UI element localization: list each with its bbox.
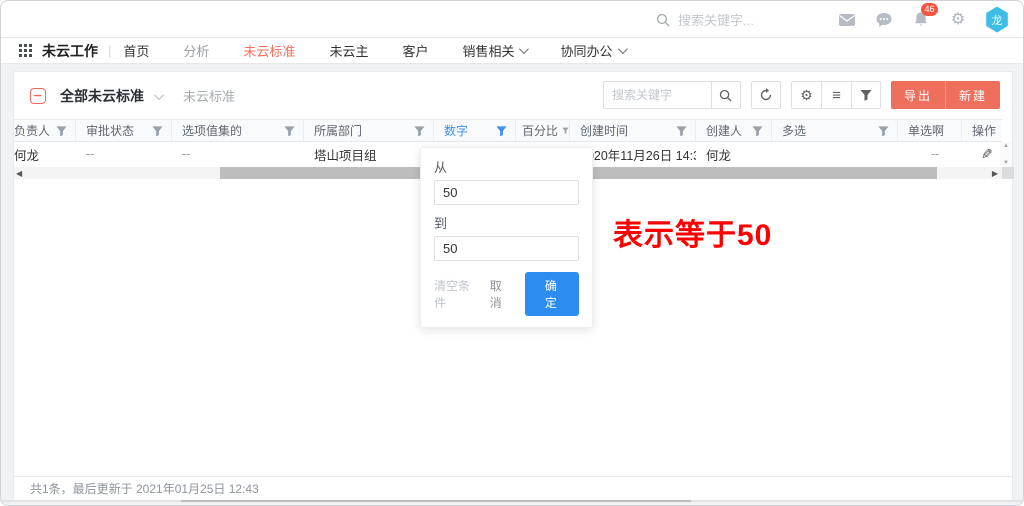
settings-button[interactable]: ⚙ bbox=[791, 81, 821, 109]
list-display-button[interactable]: ≡ bbox=[821, 81, 851, 109]
chat-icon[interactable] bbox=[874, 10, 894, 30]
refresh-icon bbox=[759, 88, 773, 102]
chevron-down-icon bbox=[617, 44, 627, 54]
column-header-number[interactable]: 数字 bbox=[434, 120, 516, 141]
nav-item-sales[interactable]: 销售相关 bbox=[462, 41, 526, 60]
app-logo[interactable] bbox=[26, 7, 50, 31]
from-input[interactable] bbox=[434, 180, 579, 205]
bell-icon[interactable]: 46 bbox=[911, 10, 931, 30]
list-icon: ≡ bbox=[832, 88, 841, 103]
chevron-down-icon bbox=[519, 44, 529, 54]
topbar: 搜索关键字... 46 ⚙ 龙 bbox=[1, 1, 1023, 38]
column-header-single-select[interactable]: 单选啊 bbox=[898, 120, 962, 141]
column-header-actions: 操作 bbox=[962, 120, 1002, 141]
column-header-multi-select[interactable]: 多选 bbox=[772, 120, 898, 141]
cell-owner: 何龙 bbox=[14, 142, 76, 166]
table-header: 负责人 审批状态 选项值集的 所属部门 数字 百分比 bbox=[14, 119, 1002, 142]
filter-icon[interactable] bbox=[878, 125, 889, 136]
app-window: 搜索关键字... 46 ⚙ 龙 未云工作 | bbox=[0, 0, 1024, 506]
nav-divider: | bbox=[108, 43, 111, 58]
view-toolbar: 全部未云标准 未云标准 ⚙ ≡ bbox=[14, 72, 1012, 119]
from-label: 从 bbox=[434, 157, 579, 176]
cell-creator: 何龙 bbox=[696, 142, 772, 166]
global-search-placeholder: 搜索关键字... bbox=[678, 10, 754, 29]
main-nav: 未云工作 | 首页 分析 未云标准 未云主 客户 销售相关 协同办公 bbox=[1, 38, 1023, 64]
filter-icon[interactable] bbox=[562, 125, 569, 136]
column-header-created-time[interactable]: 创建时间 bbox=[570, 120, 696, 141]
view-subtitle: 未云标准 bbox=[183, 86, 235, 105]
view-chevron-down-icon[interactable] bbox=[154, 87, 161, 105]
list-search bbox=[603, 81, 741, 109]
cancel-button[interactable]: 取 消 bbox=[475, 273, 519, 315]
cell-department: 塔山项目组 bbox=[304, 142, 434, 166]
column-header-option-set[interactable]: 选项值集的 bbox=[172, 120, 304, 141]
edit-icon[interactable]: ✎ bbox=[981, 146, 993, 163]
filter-button[interactable] bbox=[851, 81, 881, 109]
window-bottom-edge bbox=[1, 500, 1023, 502]
nav-item-customers[interactable]: 客户 bbox=[402, 41, 428, 60]
scroll-left-icon[interactable]: ◀ bbox=[16, 169, 22, 178]
nav-item-weiyun-main[interactable]: 未云主 bbox=[329, 41, 368, 60]
search-icon bbox=[656, 13, 670, 27]
cell-approval: -- bbox=[76, 142, 172, 166]
object-icon bbox=[30, 88, 46, 104]
gear-icon: ⚙ bbox=[800, 88, 813, 102]
filter-icon[interactable] bbox=[56, 125, 67, 136]
statusbar: 共1条，最后更新于 2021年01月25日 12:43 bbox=[14, 476, 1012, 500]
filter-icon[interactable] bbox=[676, 125, 687, 136]
avatar[interactable]: 龙 bbox=[985, 7, 1009, 33]
list-search-button[interactable] bbox=[711, 81, 741, 109]
annotation-text: 表示等于50 bbox=[613, 210, 772, 254]
export-button[interactable]: 导出 bbox=[891, 81, 946, 109]
number-filter-popup: 从 到 清空条件 取 消 确 定 bbox=[420, 147, 593, 328]
create-button[interactable]: 新建 bbox=[946, 81, 1000, 109]
column-header-percent[interactable]: 百分比 bbox=[516, 120, 570, 141]
view-title[interactable]: 全部未云标准 bbox=[60, 86, 144, 106]
column-header-creator[interactable]: 创建人 bbox=[696, 120, 772, 141]
cell-option-set: -- bbox=[172, 142, 304, 166]
app-title: 未云工作 bbox=[42, 41, 98, 61]
funnel-icon bbox=[860, 89, 872, 101]
search-icon bbox=[719, 89, 732, 102]
filter-icon[interactable] bbox=[284, 125, 295, 136]
filter-icon-active[interactable] bbox=[496, 125, 507, 136]
scroll-right-icon[interactable]: ▶ bbox=[992, 169, 998, 178]
record-count-status: 共1条，最后更新于 2021年01月25日 12:43 bbox=[30, 480, 259, 497]
nav-item-weiyun-standard[interactable]: 未云标准 bbox=[243, 41, 295, 60]
filter-icon[interactable] bbox=[152, 125, 163, 136]
scroll-down-icon[interactable]: ▼ bbox=[1003, 160, 1009, 166]
notification-badge: 46 bbox=[921, 3, 938, 16]
cell-actions: ✎ bbox=[962, 142, 1002, 166]
column-header-department[interactable]: 所属部门 bbox=[304, 120, 434, 141]
filter-icon[interactable] bbox=[752, 125, 763, 136]
nav-item-analysis[interactable]: 分析 bbox=[183, 41, 209, 60]
list-search-input[interactable] bbox=[603, 81, 711, 109]
gear-icon[interactable]: ⚙ bbox=[948, 10, 968, 30]
global-search[interactable]: 搜索关键字... bbox=[656, 1, 754, 38]
scroll-up-icon[interactable]: ▲ bbox=[1003, 143, 1009, 149]
confirm-button[interactable]: 确 定 bbox=[525, 272, 579, 316]
refresh-button[interactable] bbox=[751, 81, 781, 109]
scrollbar-corner bbox=[1002, 167, 1014, 179]
filter-icon[interactable] bbox=[414, 125, 425, 136]
column-header-owner[interactable]: 负责人 bbox=[14, 120, 76, 141]
nav-item-home[interactable]: 首页 bbox=[123, 41, 149, 60]
vertical-scrollbar[interactable]: ▲ ▼ bbox=[1000, 142, 1012, 167]
nav-item-collaboration[interactable]: 协同办公 bbox=[560, 41, 624, 60]
cell-single-select: -- bbox=[898, 142, 962, 166]
to-label: 到 bbox=[434, 213, 579, 232]
clear-filter-link[interactable]: 清空条件 bbox=[434, 277, 475, 311]
apps-grid-icon[interactable] bbox=[19, 44, 32, 57]
to-input[interactable] bbox=[434, 236, 579, 261]
cell-multi-select bbox=[772, 142, 898, 166]
mail-icon[interactable] bbox=[837, 10, 857, 30]
column-header-approval[interactable]: 审批状态 bbox=[76, 120, 172, 141]
